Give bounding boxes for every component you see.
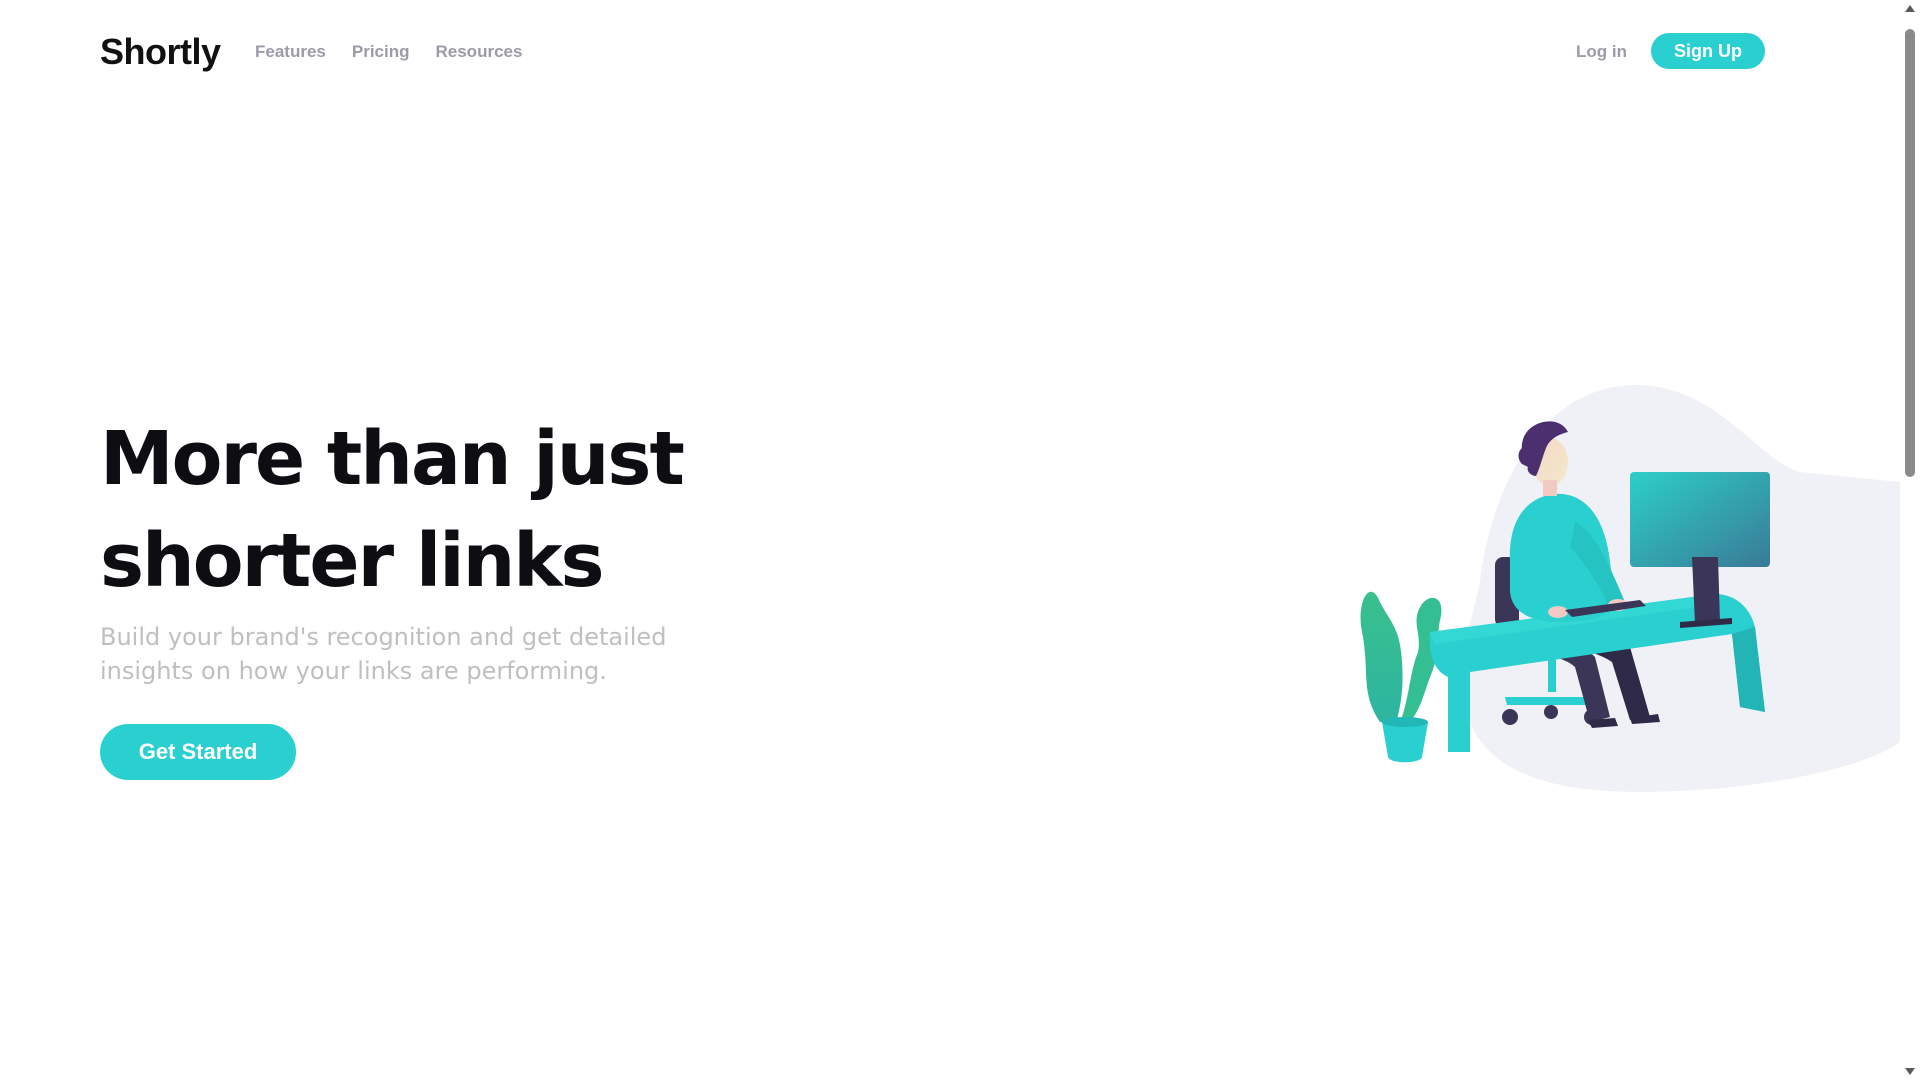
monitor-stand [1692,557,1720,624]
login-link[interactable]: Log in [1576,40,1627,64]
vertical-scrollbar[interactable] [1900,0,1920,1080]
hero-subtitle: Build your brand's recognition and get d… [100,623,667,685]
hero-title: More than just shorter links [100,408,820,612]
triangle-down-icon [1905,1068,1915,1075]
signup-button[interactable]: Sign Up [1651,33,1765,69]
monitor-screen [1630,472,1770,567]
nav-link-features[interactable]: Features [255,40,326,64]
scroll-down-arrow[interactable] [1900,1063,1920,1080]
nav-link-resources[interactable]: Resources [436,40,523,64]
logo[interactable]: Shortly [100,30,221,74]
hero-title-line-1: More than just [100,416,685,502]
primary-nav: Features Pricing Resources [255,40,522,64]
get-started-button[interactable]: Get Started [100,724,296,780]
nav-link-pricing[interactable]: Pricing [352,40,410,64]
triangle-up-icon [1905,5,1915,12]
scroll-thumb[interactable] [1905,29,1915,477]
header: Shortly Features Pricing Resources Log i… [0,0,1900,104]
plant-pot [1382,722,1428,763]
scroll-up-arrow[interactable] [1900,0,1920,17]
plant-leaves [1360,591,1403,724]
landing-page: Shortly Features Pricing Resources Log i… [0,0,1920,1080]
person-working-illustration [1340,372,1900,822]
hero-title-line-2: shorter links [100,518,605,604]
